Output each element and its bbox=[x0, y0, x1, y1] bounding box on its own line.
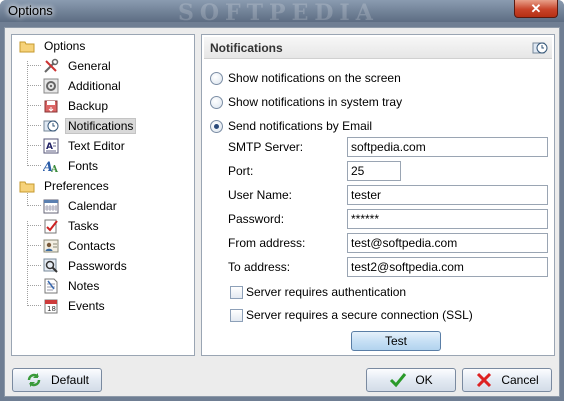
cancel-button-label: Cancel bbox=[501, 373, 539, 387]
tree-item-label: Notes bbox=[68, 279, 100, 293]
options-window: SOFTPEDIA Options ✕ Options General Addi… bbox=[0, 0, 564, 401]
tree-item-options[interactable]: Options bbox=[19, 37, 88, 55]
tree-item-general[interactable]: General bbox=[43, 57, 114, 75]
svg-text:A: A bbox=[50, 165, 59, 174]
backup-icon bbox=[43, 98, 59, 114]
password-input[interactable] bbox=[347, 209, 548, 229]
check-requires-authentication[interactable]: Server requires authentication bbox=[230, 284, 406, 300]
tree-item-tasks[interactable]: Tasks bbox=[43, 217, 102, 235]
tree-item-label: Preferences bbox=[44, 179, 109, 193]
gear-icon bbox=[43, 78, 59, 94]
tree-item-label: General bbox=[68, 59, 111, 73]
fonts-icon: AA bbox=[41, 158, 59, 175]
default-button[interactable]: Default bbox=[12, 368, 102, 392]
dialog-client-area: Options General Additional Backup Notifi… bbox=[4, 27, 560, 397]
radio-label: Send notifications by Email bbox=[228, 119, 373, 133]
folder-icon bbox=[19, 178, 35, 194]
tree-item-fonts[interactable]: AA Fonts bbox=[41, 157, 101, 175]
events-icon: 18 bbox=[43, 298, 59, 314]
notification-clock-icon bbox=[43, 118, 59, 134]
smtp-server-label: SMTP Server: bbox=[228, 140, 304, 154]
tree-item-label: Backup bbox=[68, 99, 109, 113]
radio-button[interactable] bbox=[210, 95, 223, 109]
radio-button[interactable] bbox=[210, 119, 223, 133]
cross-icon bbox=[475, 371, 493, 389]
refresh-icon bbox=[25, 371, 43, 389]
smtp-server-input[interactable] bbox=[347, 137, 548, 157]
radio-label: Show notifications on the screen bbox=[228, 71, 401, 85]
test-button[interactable]: Test bbox=[351, 331, 441, 351]
checkbox-label: Server requires authentication bbox=[246, 285, 407, 299]
tree-item-text-editor[interactable]: A Text Editor bbox=[43, 137, 128, 155]
close-button[interactable]: ✕ bbox=[514, 0, 558, 18]
tree-item-backup[interactable]: Backup bbox=[43, 97, 111, 115]
checkbox-label: Server requires a secure connection (SSL… bbox=[246, 308, 473, 322]
watermark: SOFTPEDIA bbox=[178, 0, 379, 26]
tree-item-label: Text Editor bbox=[68, 139, 125, 153]
check-requires-ssl[interactable]: Server requires a secure connection (SSL… bbox=[230, 307, 473, 323]
tree-item-notes[interactable]: Notes bbox=[43, 277, 102, 295]
tree-item-additional[interactable]: Additional bbox=[43, 77, 124, 95]
notification-clock-icon bbox=[532, 40, 548, 56]
tree-item-notifications[interactable]: Notifications bbox=[43, 117, 137, 135]
tools-icon bbox=[43, 58, 59, 74]
tree-item-preferences[interactable]: Preferences bbox=[19, 177, 112, 195]
tree-item-label: Fonts bbox=[68, 159, 99, 173]
close-icon: ✕ bbox=[530, 1, 542, 16]
notes-icon bbox=[43, 278, 59, 294]
to-address-input[interactable] bbox=[347, 257, 548, 277]
notifications-panel: Notifications Show notifications on the … bbox=[201, 34, 555, 356]
tree-item-label: Tasks bbox=[68, 219, 99, 233]
ok-button-label: OK bbox=[415, 373, 433, 387]
radio-show-in-tray[interactable]: Show notifications in system tray bbox=[210, 94, 402, 110]
tree-item-calendar[interactable]: Calendar bbox=[43, 197, 120, 215]
contacts-icon bbox=[43, 238, 59, 254]
tree-item-label: Contacts bbox=[68, 239, 116, 253]
panel-title: Notifications bbox=[210, 41, 283, 55]
tree-item-label: Additional bbox=[68, 79, 121, 93]
ok-button[interactable]: OK bbox=[366, 368, 456, 392]
folder-icon bbox=[19, 38, 35, 54]
port-label: Port: bbox=[228, 164, 254, 178]
cancel-button[interactable]: Cancel bbox=[462, 368, 552, 392]
tree-item-label: Passwords bbox=[68, 259, 127, 273]
tree-item-label: Events bbox=[68, 299, 105, 313]
window-title: Options bbox=[8, 3, 53, 18]
tasks-icon bbox=[43, 218, 59, 234]
title-bar[interactable]: SOFTPEDIA Options ✕ bbox=[0, 0, 564, 26]
tree-item-label: Notifications bbox=[65, 118, 137, 134]
svg-text:18: 18 bbox=[47, 305, 56, 313]
radio-button[interactable] bbox=[210, 71, 223, 85]
checkbox[interactable] bbox=[230, 308, 243, 322]
checkbox[interactable] bbox=[230, 285, 243, 299]
options-tree: Options General Additional Backup Notifi… bbox=[11, 34, 195, 356]
tree-item-label: Calendar bbox=[68, 199, 117, 213]
to-address-label: To address: bbox=[228, 260, 291, 274]
panel-header: Notifications bbox=[204, 37, 552, 59]
from-address-input[interactable] bbox=[347, 233, 548, 253]
port-input[interactable] bbox=[347, 161, 401, 181]
tree-item-passwords[interactable]: Passwords bbox=[43, 257, 130, 275]
passwords-icon bbox=[43, 258, 59, 274]
from-address-label: From address: bbox=[228, 236, 306, 250]
tree-item-label: Options bbox=[44, 39, 86, 53]
radio-label: Show notifications in system tray bbox=[228, 95, 403, 109]
default-button-label: Default bbox=[50, 373, 90, 387]
radio-send-by-email[interactable]: Send notifications by Email bbox=[210, 118, 372, 134]
tree-item-events[interactable]: 18 Events bbox=[43, 297, 108, 315]
password-label: Password: bbox=[228, 212, 285, 226]
radio-show-on-screen[interactable]: Show notifications on the screen bbox=[210, 70, 401, 86]
checkmark-icon bbox=[389, 371, 407, 389]
calendar-icon bbox=[43, 198, 59, 214]
test-button-label: Test bbox=[384, 334, 407, 348]
user-name-input[interactable] bbox=[347, 185, 548, 205]
tree-item-contacts[interactable]: Contacts bbox=[43, 237, 118, 255]
text-editor-icon: A bbox=[43, 138, 59, 154]
user-name-label: User Name: bbox=[228, 188, 293, 202]
